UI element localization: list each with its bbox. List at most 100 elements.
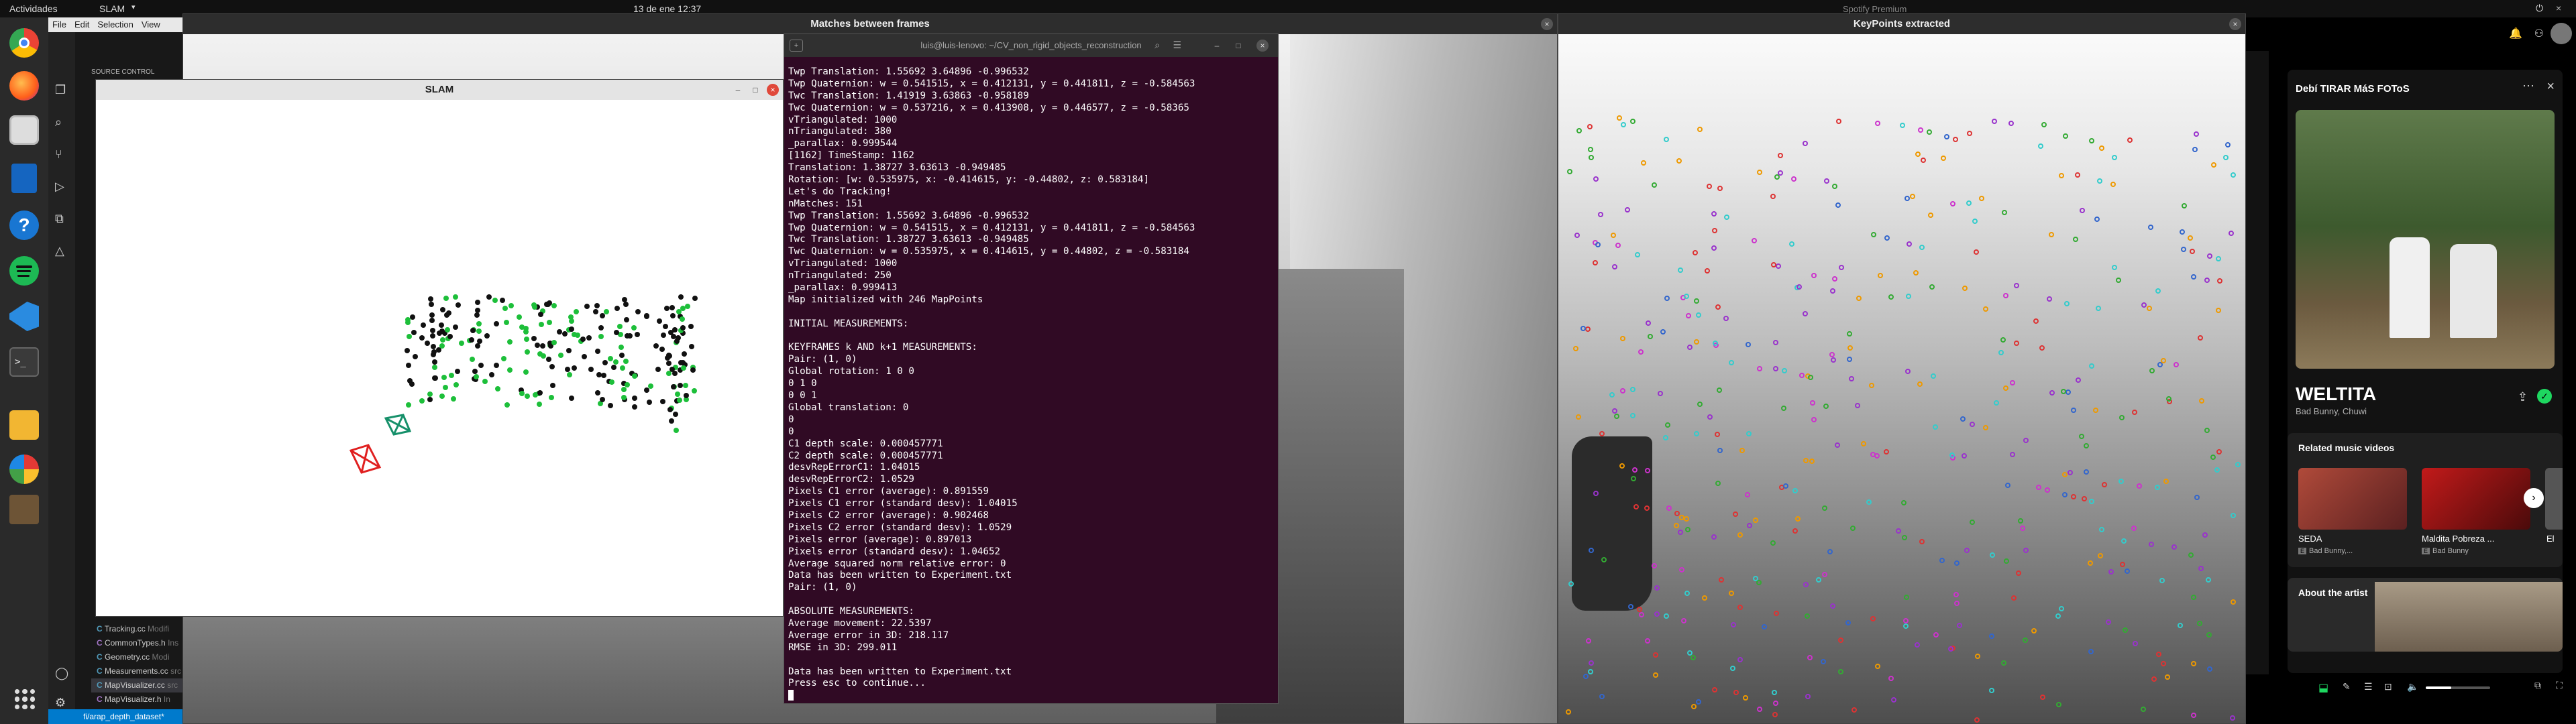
explorer-icon[interactable]: ❐ [55, 83, 66, 97]
terminal-maximize-button[interactable]: □ [1232, 40, 1244, 52]
camera-frustums [349, 414, 412, 474]
vscode-icon[interactable] [9, 302, 39, 331]
connect-icon[interactable]: ⊡ [2384, 681, 2392, 692]
next-arrow-icon[interactable]: › [2524, 488, 2544, 508]
search-icon[interactable]: ⌕ [1155, 40, 1160, 51]
keypoint-marker [2102, 482, 2108, 488]
terminal-icon[interactable]: >_ [9, 347, 39, 377]
album-art[interactable] [2296, 110, 2555, 369]
keypoint-marker [2088, 499, 2094, 505]
about-artist-card[interactable]: About the artist [2288, 578, 2563, 652]
firefox-icon[interactable] [9, 71, 39, 101]
playlist-title[interactable]: Debí TIRAR MáS FOToS [2296, 83, 2410, 95]
keypoint-marker [1807, 655, 1813, 661]
video-thumbnail[interactable] [2545, 468, 2563, 530]
map-viewer-canvas[interactable] [96, 100, 783, 616]
menu-edit[interactable]: Edit [70, 17, 93, 32]
hamburger-menu-icon[interactable]: ☰ [1173, 40, 1181, 51]
search-icon[interactable]: ⌕ [55, 115, 62, 129]
clock[interactable]: 13 de ene 12:37 [633, 3, 701, 14]
writer-icon[interactable] [11, 164, 37, 193]
app-menu[interactable]: SLAM [99, 3, 125, 14]
keypoint-marker [1904, 369, 1911, 375]
song-title[interactable]: WELTITA [2296, 383, 2376, 405]
video-thumbnail[interactable] [2422, 468, 2530, 530]
saved-check-icon[interactable]: ✓ [2537, 389, 2552, 404]
friends-icon[interactable]: ⚇ [2534, 27, 2544, 40]
terminal-close-button[interactable]: × [1256, 40, 1269, 52]
activities-button[interactable]: Actividades [9, 3, 58, 14]
keypoint-marker [1823, 404, 1829, 410]
share-icon[interactable]: ⇪ [2518, 390, 2528, 404]
files-yellow-icon[interactable] [9, 410, 39, 440]
terminal-line: Pair: (1, 0) [788, 354, 857, 365]
source-control-icon[interactable]: ⑂ [55, 147, 62, 162]
song-artists[interactable]: Bad Bunny, Chuwi [2296, 406, 2367, 416]
terminal-output[interactable]: Twp Translation: 1.55692 3.64896 -0.9965… [784, 66, 1278, 703]
menu-selection[interactable]: Selection [93, 17, 137, 32]
more-options-icon[interactable]: ⋯ [2522, 79, 2534, 93]
queue-icon[interactable]: ☰ [2364, 681, 2373, 692]
video-thumbnail[interactable] [2298, 468, 2407, 530]
map-point [450, 396, 456, 402]
extensions-icon[interactable]: ⧉ [55, 212, 64, 226]
keypoint-marker [1856, 295, 1862, 301]
settings-gear-icon[interactable]: ⚙ [55, 696, 66, 710]
list-item[interactable]: C Tracking.cc Modifi [91, 622, 182, 636]
bell-icon[interactable]: 🔔 [2509, 27, 2522, 40]
chrome-icon[interactable] [9, 28, 39, 58]
remote-icon[interactable]: △ [55, 244, 64, 258]
volume-slider[interactable] [2426, 686, 2490, 689]
list-item[interactable]: C MapVisualizer.cc src [91, 678, 182, 692]
keypoint-marker [1850, 526, 1856, 532]
terminal-minimize-button[interactable]: – [1211, 40, 1223, 52]
volume-icon[interactable]: 🔈 [2407, 681, 2418, 692]
color-icon[interactable] [9, 455, 39, 484]
video-title[interactable]: Maldita Pobreza ... [2422, 534, 2494, 544]
list-item[interactable]: C CommonTypes.h Ins [91, 636, 182, 650]
keypoint-marker [1641, 160, 1647, 166]
help-icon[interactable]: ? [9, 210, 39, 240]
terminal-line: KEYFRAMES k AND k+1 MEASUREMENTS: [788, 342, 977, 353]
map-point [429, 312, 435, 318]
account-icon[interactable]: ◯ [55, 666, 68, 680]
keypoint-marker [2070, 408, 2076, 414]
microphone-icon[interactable]: ✎ [2343, 681, 2351, 692]
list-item[interactable]: C Geometry.cc Modi [91, 650, 182, 664]
slam-minimize-button[interactable]: – [732, 84, 744, 96]
list-item[interactable]: C MapVisualizer.h In [91, 692, 182, 707]
device-icon[interactable]: ⬓ [2318, 681, 2328, 695]
image-icon[interactable] [9, 495, 39, 524]
slam-close-button[interactable]: × [767, 84, 779, 96]
avatar[interactable] [2551, 23, 2572, 44]
keypoint-marker [2049, 390, 2055, 396]
fullscreen-icon[interactable]: ⛶ [2556, 680, 2563, 691]
chevron-down-icon[interactable]: ▾ [131, 3, 136, 11]
menu-view[interactable]: View [138, 17, 164, 32]
keypoints-close-button[interactable]: × [2229, 18, 2241, 30]
slam-maximize-button[interactable]: □ [749, 84, 761, 96]
keypoint-marker [1733, 511, 1739, 517]
matches-close-button[interactable]: × [1541, 18, 1553, 30]
spotify-icon[interactable] [9, 256, 39, 286]
keypoint-marker [1949, 452, 1955, 459]
keypoint-marker [1587, 669, 1593, 675]
close-panel-icon[interactable]: × [2546, 79, 2555, 95]
run-debug-icon[interactable]: ▷ [55, 180, 64, 194]
video-title[interactable]: SEDA [2298, 534, 2322, 544]
keypoint-marker [1877, 272, 1883, 278]
keypoint-marker [1657, 390, 1663, 396]
files-icon[interactable] [9, 115, 39, 145]
status-bar-branch[interactable]: fi/arap_depth_dataset* [48, 709, 182, 724]
power-icon[interactable]: ⏻ [2536, 3, 2543, 14]
video-title[interactable]: El [2546, 534, 2555, 544]
new-tab-icon[interactable]: + [790, 40, 803, 52]
window-close-icon[interactable]: × [2556, 3, 2561, 13]
keypoint-marker [1678, 530, 1684, 536]
miniplayer-icon[interactable]: ⧉ [2534, 680, 2541, 691]
list-item[interactable]: C Measurements.cc src [91, 664, 182, 678]
keypoint-marker [1635, 252, 1641, 258]
menu-file[interactable]: File [48, 17, 70, 32]
map-point [488, 372, 494, 378]
apps-grid-icon[interactable] [15, 689, 35, 709]
